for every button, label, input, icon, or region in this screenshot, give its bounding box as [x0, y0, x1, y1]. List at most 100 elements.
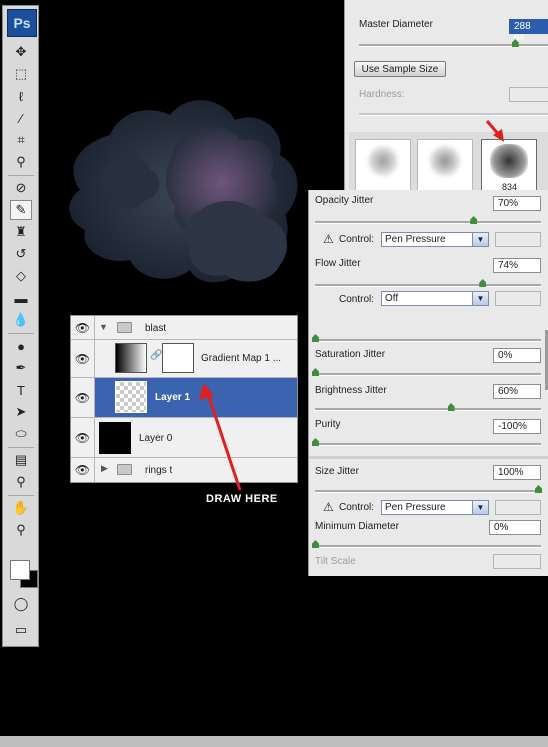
brush-thumbnail-1[interactable]	[355, 139, 411, 191]
lasso-tool[interactable]: ℓ	[10, 86, 32, 106]
bandage-icon: ⊘	[15, 180, 27, 195]
minimum-diameter-slider[interactable]	[315, 545, 541, 548]
type-tool[interactable]: T	[10, 380, 32, 400]
opacity-jitter-slider[interactable]	[315, 221, 541, 224]
layer-row-blast[interactable]: 👁 ▼ blast	[71, 316, 297, 340]
size-jitter-field[interactable]: 100%	[493, 465, 541, 480]
eye-icon[interactable]: 👁	[71, 418, 95, 457]
layer-row-layer0[interactable]: 👁 Layer 0	[71, 418, 297, 458]
path-selection-tool[interactable]: ➤	[10, 402, 32, 422]
move-tool[interactable]: ✥	[10, 42, 32, 62]
ellipse-icon: ⬭	[15, 426, 27, 441]
brightness-jitter-slider[interactable]	[315, 408, 541, 411]
minimum-diameter-slider-knob[interactable]	[312, 540, 319, 548]
master-diameter-field[interactable]: 288 px	[509, 19, 548, 43]
opacity-control-select[interactable]: Pen Pressure ▼	[381, 232, 489, 247]
opacity-jitter-slider-knob[interactable]	[470, 216, 478, 224]
screen-mode-button[interactable]: ▭	[10, 620, 32, 640]
history-brush-icon: ↺	[15, 246, 27, 261]
saturation-jitter-slider[interactable]	[315, 373, 541, 376]
zoom-tool[interactable]: ⚲	[10, 520, 32, 540]
minimum-diameter-field[interactable]: 0%	[489, 520, 541, 535]
foreground-color-swatch[interactable]	[10, 560, 30, 580]
history-brush-tool[interactable]: ↺	[10, 244, 32, 264]
tilt-scale-field	[493, 554, 541, 569]
hardness-field	[509, 87, 548, 102]
draw-here-annotation: DRAW HERE	[206, 493, 278, 505]
layer-row-gradient-map[interactable]: 👁 🔗 Gradient Map 1 ...	[71, 340, 297, 378]
master-diameter-slider[interactable]	[359, 44, 548, 47]
drop-icon: 💧	[12, 312, 30, 327]
layer-mask-thumbnail[interactable]	[162, 343, 194, 373]
hand-tool[interactable]: ✋	[10, 498, 32, 518]
flow-jitter-slider[interactable]	[315, 284, 541, 287]
size-jitter-label: Size Jitter	[315, 466, 359, 477]
dodge-tool[interactable]: ●	[10, 336, 32, 356]
eyedropper-icon: ⚲	[16, 474, 26, 489]
brush-tool[interactable]: ✎	[10, 200, 32, 220]
blur-tool[interactable]: 💧	[10, 310, 32, 330]
expand-triangle-icon[interactable]: ▼	[99, 322, 108, 332]
link-icon: 🔗	[150, 350, 163, 361]
stamp-icon: ♜	[15, 224, 27, 239]
flow-jitter-slider-knob[interactable]	[479, 279, 487, 287]
layer-thumbnail-black	[99, 422, 131, 454]
folder-icon	[117, 464, 132, 475]
purity-slider[interactable]	[315, 443, 541, 446]
color-dynamics-slider-knob[interactable]	[312, 334, 319, 342]
eye-icon[interactable]: 👁	[71, 340, 95, 377]
opacity-control-extra	[495, 232, 541, 247]
eye-icon[interactable]: 👁	[71, 316, 95, 339]
pen-icon: ✒	[15, 360, 27, 375]
eye-icon[interactable]: 👁	[71, 458, 95, 482]
purity-slider-knob[interactable]	[312, 438, 319, 446]
eye-icon[interactable]: 👁	[71, 378, 95, 417]
brush-dynamics-panel: Opacity Jitter 70% ⚠ Control: Pen Pressu…	[308, 190, 548, 576]
collapse-triangle-icon[interactable]: ▶	[101, 463, 108, 474]
brightness-jitter-slider-knob[interactable]	[447, 403, 455, 411]
foreground-background-swatch[interactable]	[8, 556, 38, 588]
pen-tool[interactable]: ✒	[10, 358, 32, 378]
notes-tool[interactable]: ▤	[10, 450, 32, 470]
magic-wand-tool[interactable]: ⁄	[10, 108, 32, 128]
size-control-label: Control:	[339, 502, 375, 513]
brush-thumbnail-2[interactable]	[417, 139, 473, 191]
layer-row-rings[interactable]: 👁 ▶ rings t	[71, 458, 297, 482]
flow-control-select[interactable]: Off ▼	[381, 291, 489, 306]
chevron-down-icon: ▼	[472, 292, 488, 305]
layer-row-layer1[interactable]: 👁 Layer 1	[71, 378, 297, 418]
tilt-scale-label: Tilt Scale	[315, 556, 356, 567]
red-pointer-arrow-top	[485, 120, 504, 142]
size-jitter-slider-knob[interactable]	[535, 485, 542, 493]
crop-tool[interactable]: ⌗	[10, 130, 32, 150]
toolbar-separator	[8, 333, 34, 334]
brightness-jitter-label: Brightness Jitter	[315, 385, 387, 396]
purity-field[interactable]: -100%	[493, 419, 541, 434]
color-dynamics-slider[interactable]	[315, 339, 541, 342]
flow-jitter-field[interactable]: 74%	[493, 258, 541, 273]
eyedropper-tool[interactable]: ⚲	[10, 152, 32, 172]
eraser-tool[interactable]: ◇	[10, 266, 32, 286]
clone-stamp-tool[interactable]: ♜	[10, 222, 32, 242]
gradient-tool[interactable]: ▬	[10, 288, 32, 308]
eyedropper2-tool[interactable]: ⚲	[10, 472, 32, 492]
opacity-control-label: Control:	[339, 234, 375, 245]
opacity-jitter-field[interactable]: 70%	[493, 196, 541, 211]
saturation-jitter-field[interactable]: 0%	[493, 348, 541, 363]
gradient-map-icon	[115, 343, 147, 373]
use-sample-size-button[interactable]: Use Sample Size	[354, 61, 446, 77]
size-control-select[interactable]: Pen Pressure ▼	[381, 500, 489, 515]
panel-divider	[309, 456, 548, 459]
brush-thumbnail-3[interactable]: 834	[481, 139, 537, 192]
hardness-label: Hardness:	[359, 89, 405, 100]
marquee-tool[interactable]: ⬚	[10, 64, 32, 84]
brightness-jitter-field[interactable]: 60%	[493, 384, 541, 399]
flow-control-extra	[495, 291, 541, 306]
ellipse-tool[interactable]: ⬭	[10, 424, 32, 444]
folder-icon	[117, 322, 132, 333]
healing-brush-tool[interactable]: ⊘	[10, 178, 32, 198]
size-jitter-slider[interactable]	[315, 490, 541, 493]
quick-mask-button[interactable]: ◯	[10, 594, 32, 614]
saturation-jitter-slider-knob[interactable]	[312, 368, 319, 376]
size-control-extra	[495, 500, 541, 515]
